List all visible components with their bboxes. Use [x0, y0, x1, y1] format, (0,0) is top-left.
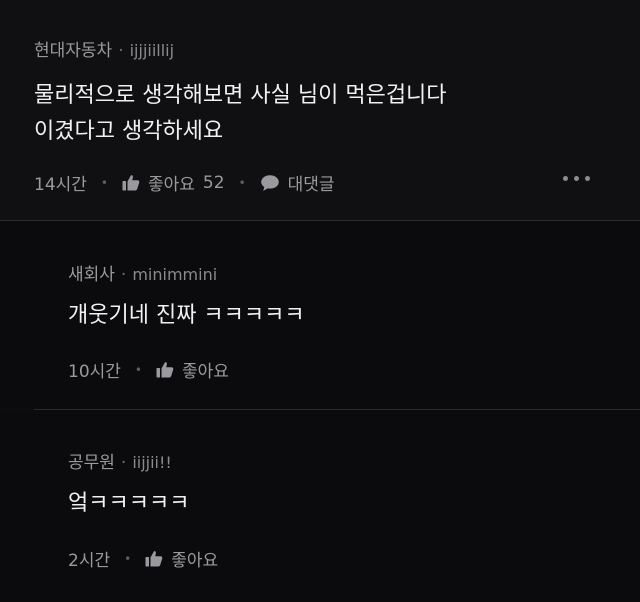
separator-dot: ·: [120, 453, 127, 473]
meta-separator: •: [124, 551, 132, 566]
comment-meta: 10시간 • 좋아요: [68, 357, 229, 382]
reply-label: 대댓글: [287, 175, 335, 195]
company-name[interactable]: 공무원: [68, 453, 115, 473]
thumbs-up-icon: [145, 551, 163, 567]
comment-line: 물리적으로 생각해보면 사실 님이 먹은겁니다: [34, 83, 447, 108]
comment-meta: 2시간 • 좋아요: [68, 546, 218, 571]
like-label: 좋아요: [171, 551, 219, 571]
thumbs-up-icon: [156, 362, 174, 378]
meta-separator: •: [100, 175, 108, 190]
username[interactable]: ijjjiillij: [130, 41, 174, 60]
meta-separator: •: [134, 362, 142, 377]
separator-dot: ·: [120, 265, 127, 285]
comment-header: 새회사 · minimmini: [68, 260, 217, 285]
like-count: 52: [202, 172, 225, 193]
like-label: 좋아요: [182, 362, 229, 382]
divider: [0, 220, 640, 221]
comment-line: 이겼다고 생각하세요: [34, 119, 224, 144]
like-button[interactable]: 좋아요 52: [122, 170, 225, 195]
timestamp: 14시간: [34, 175, 87, 195]
like-button[interactable]: 좋아요: [156, 357, 229, 382]
thumbs-up-icon: [122, 175, 140, 191]
comment: 현대자동차 · ijjjiillij 물리적으로 생각해보면 사실 님이 먹은겁니다…: [0, 0, 640, 220]
timestamp: 10시간: [68, 362, 121, 382]
more-options-button[interactable]: [563, 176, 590, 181]
comment-header: 현대자동차 · ijjjiillij: [34, 36, 174, 61]
company-name[interactable]: 새회사: [68, 265, 115, 285]
company-name[interactable]: 현대자동차: [34, 41, 112, 61]
speech-bubble-icon: [260, 174, 279, 191]
comment-body: 개웃기네 진짜 ㅋㅋㅋㅋㅋ: [68, 303, 305, 328]
comment-body: 엌ㅋㅋㅋㅋㅋ: [68, 491, 190, 516]
comment-meta: 14시간 • 좋아요 52 • 대댓글: [34, 170, 335, 196]
meta-separator: •: [238, 175, 246, 190]
reply-comment: 공무원 · iijjii!! 엌ㅋㅋㅋㅋㅋ 2시간 • 좋아요: [0, 410, 640, 602]
reply-button[interactable]: 대댓글: [260, 170, 335, 195]
like-label: 좋아요: [148, 175, 195, 195]
separator-dot: ·: [118, 41, 124, 61]
reply-comment: 새회사 · minimmini 개웃기네 진짜 ㅋㅋㅋㅋㅋ 10시간 • 좋아요: [0, 222, 640, 408]
like-button[interactable]: 좋아요: [145, 546, 218, 571]
more-horizontal-icon: [563, 176, 568, 181]
timestamp: 2시간: [68, 551, 111, 571]
comment-body: 물리적으로 생각해보면 사실 님이 먹은겁니다 이겼다고 생각하세요: [34, 78, 447, 150]
comment-thread: 현대자동차 · ijjjiillij 물리적으로 생각해보면 사실 님이 먹은겁니다…: [0, 0, 640, 602]
username[interactable]: minimmini: [132, 265, 217, 284]
username[interactable]: iijjii!!: [132, 453, 172, 472]
comment-header: 공무원 · iijjii!!: [68, 448, 172, 473]
